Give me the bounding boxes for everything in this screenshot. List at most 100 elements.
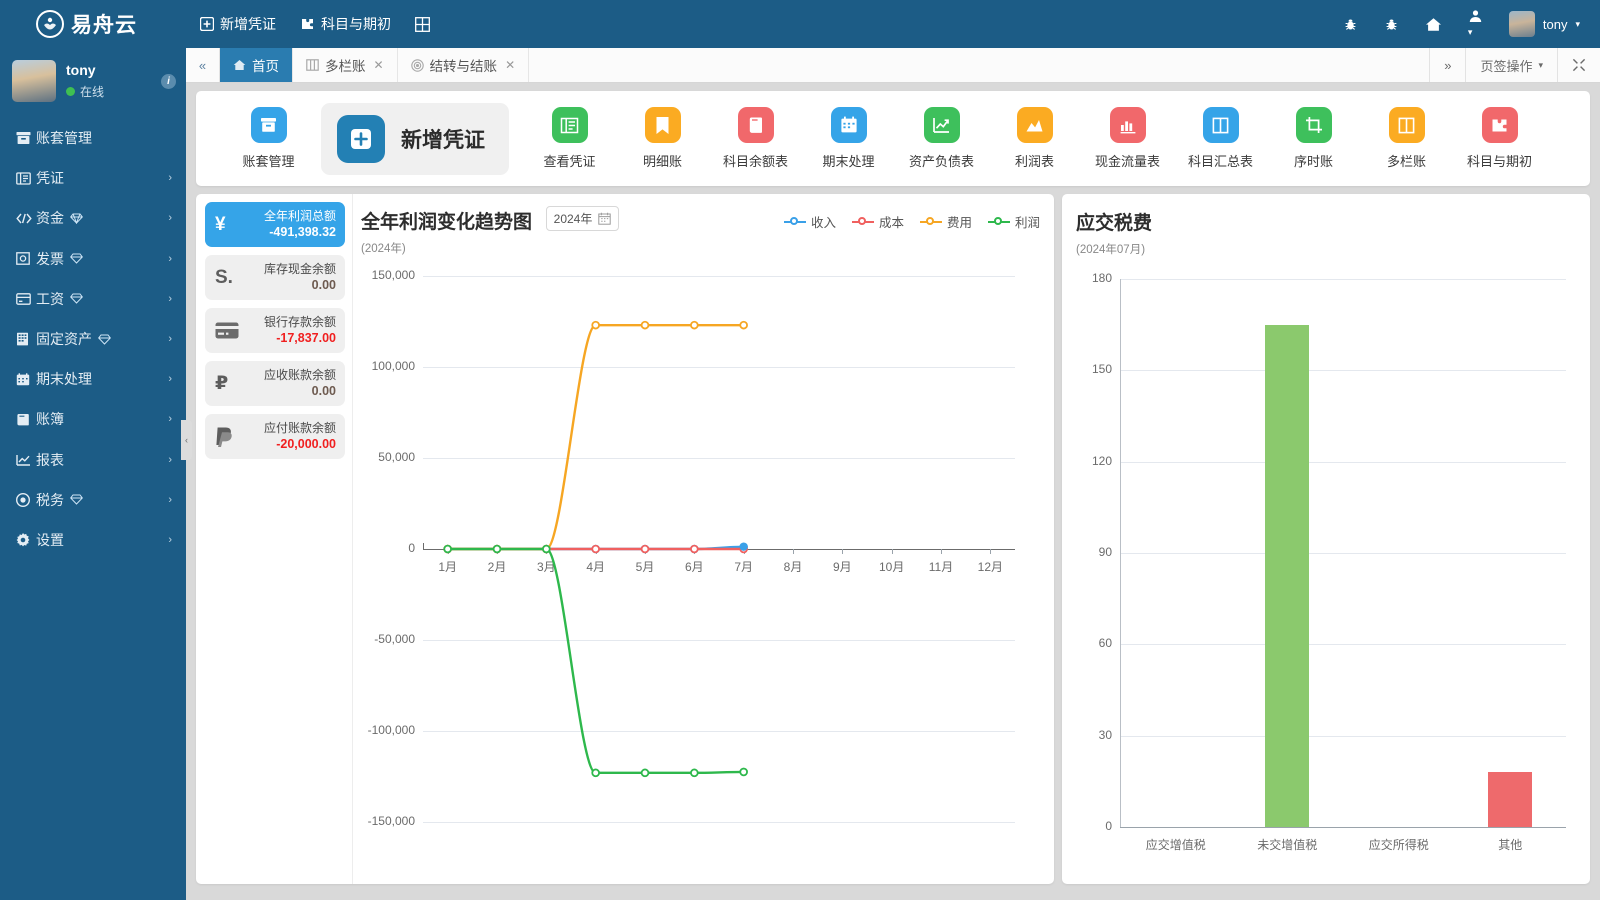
line-chart-header: 全年利润变化趋势图 2024年 (2024年) 收入 成本 费用 利润 <box>361 206 1040 256</box>
puzzle-icon <box>1481 107 1518 143</box>
tab-nav-next-button[interactable]: » <box>1429 48 1465 82</box>
sidebar-item-label: 期末处理 <box>36 371 92 388</box>
x-axis-tick <box>793 549 794 554</box>
sidebar-collapse-handle[interactable]: ‹ <box>181 420 192 460</box>
shortcut-subject-summary[interactable]: 科目汇总表 <box>1174 107 1267 170</box>
content-area: 账套管理 新增凭证 查看凭证 明细账 科目余额表 期末处理 资产负债表 利润表 … <box>186 83 1600 900</box>
shortcut-balance-sheet[interactable]: 资产负债表 <box>895 107 988 170</box>
stat-card-bank-deposit[interactable]: 银行存款余额 -17,837.00 <box>205 308 345 353</box>
shortcut-trial-balance[interactable]: 科目余额表 <box>709 107 802 170</box>
x-axis-tick <box>546 549 548 554</box>
stat-card-payable[interactable]: 应付账款余额 -20,000.00 <box>205 414 345 459</box>
calendar-icon <box>598 212 612 225</box>
x-axis-tick-label: 12月 <box>977 560 1003 574</box>
tab-carryover-closing[interactable]: 结转与结账 ✕ <box>398 48 530 82</box>
bar-chart-subtitle: (2024年07月) <box>1076 244 1146 256</box>
line-chart-title-group: 全年利润变化趋势图 2024年 (2024年) <box>361 206 620 256</box>
top-right-group: ▾ tony ▾ <box>1343 9 1600 39</box>
book-red-icon <box>737 107 774 143</box>
grid-icon <box>415 16 430 32</box>
home-icon[interactable] <box>1425 17 1442 32</box>
chevron-right-icon: › <box>168 373 172 386</box>
shortcut-new-voucher-primary[interactable]: 新增凭证 <box>321 102 509 175</box>
bar[interactable] <box>1488 772 1533 827</box>
x-axis-tick <box>891 549 893 554</box>
shortcut-period-end[interactable]: 期末处理 <box>802 107 895 170</box>
gridline <box>1120 827 1566 828</box>
sidebar-item-label: 设置 <box>36 531 64 548</box>
bar[interactable] <box>1265 324 1310 827</box>
shortcut-journal[interactable]: 序时账 <box>1267 107 1360 170</box>
tab-operations-button[interactable]: 页签操作 ▾ <box>1465 48 1557 82</box>
voucher-icon <box>551 107 588 143</box>
plus-square-icon <box>337 114 385 163</box>
top-action-subjects[interactable]: 科目与期初 <box>300 14 391 34</box>
sidebar-item-period-end[interactable]: 期末处理 › <box>0 359 186 399</box>
bar-chart-icon <box>1109 107 1146 143</box>
sidebar-item-settings[interactable]: 设置 › <box>0 520 186 560</box>
shortcut-subjects-opening[interactable]: 科目与期初 <box>1453 107 1546 170</box>
legend-item-revenue[interactable]: 收入 <box>783 212 836 231</box>
sidebar-item-voucher[interactable]: 凭证 › <box>0 158 186 198</box>
shortcut-label: 科目余额表 <box>722 154 788 169</box>
info-icon[interactable]: i <box>161 73 176 89</box>
shortcuts-bar: 账套管理 新增凭证 查看凭证 明细账 科目余额表 期末处理 资产负债表 利润表 … <box>196 91 1590 186</box>
ruble-icon: ₽ <box>215 373 229 394</box>
sidebar-item-salary[interactable]: 工资 › <box>0 279 186 319</box>
top-action-label: 科目与期初 <box>321 16 391 32</box>
profile-info: tony 在线 <box>66 62 161 100</box>
sidebar-item-account-sets[interactable]: 账套管理 <box>0 118 186 158</box>
top-action-new-voucher[interactable]: 新增凭证 <box>200 14 276 34</box>
shortcut-label: 账套管理 <box>242 154 295 169</box>
sidebar-item-tax[interactable]: 税务 › <box>0 480 186 520</box>
close-icon[interactable]: ✕ <box>374 58 384 72</box>
top-action-grid[interactable] <box>415 16 430 32</box>
user-avatar <box>12 60 56 102</box>
bug-icon[interactable] <box>1343 17 1358 32</box>
y-axis-line <box>1120 279 1121 827</box>
year-picker[interactable]: 2024年 <box>545 206 620 231</box>
crop-icon <box>1295 107 1332 143</box>
stat-card-receivable[interactable]: ₽ 应收账款余额 0.00 <box>205 361 345 406</box>
shortcut-view-voucher[interactable]: 查看凭证 <box>523 107 616 170</box>
top-actions: 新增凭证 科目与期初 <box>200 14 430 34</box>
brand[interactable]: 易舟云 <box>0 9 190 39</box>
y-axis-tick-label: 0 <box>1105 819 1112 833</box>
stat-card-cash-on-hand[interactable]: S. 库存现金余额 0.00 <box>205 255 345 300</box>
sidebar: tony 在线 i 账套管理 凭证 › 资金 › 发票 › 工资 › 固定资产 … <box>0 48 186 900</box>
profit-trend-panel: ¥ 全年利润总额 -491,398.32 S. 库存现金余额 0.00 银行存款… <box>196 194 1054 884</box>
gridline <box>1120 735 1566 737</box>
double-chevron-left-icon[interactable]: « <box>186 48 220 82</box>
stat-title: 应付账款余额 <box>263 420 336 435</box>
tab-multi-column-ledger[interactable]: 多栏账 ✕ <box>293 48 398 82</box>
lotus-logo-icon <box>36 10 64 38</box>
sidebar-item-invoice[interactable]: 发票 › <box>0 239 186 279</box>
user-menu[interactable]: tony ▾ <box>1508 11 1580 37</box>
stat-card-annual-profit[interactable]: ¥ 全年利润总额 -491,398.32 <box>205 202 345 247</box>
shortcut-multi-column-ledger[interactable]: 多栏账 <box>1360 107 1453 170</box>
tab-operations-label: 页签操作 <box>1480 58 1533 74</box>
stat-value: -20,000.00 <box>276 437 336 452</box>
chevron-down-icon: ▾ <box>1538 59 1543 70</box>
shortcut-label: 多栏账 <box>1386 154 1426 169</box>
legend-item-cost[interactable]: 成本 <box>851 212 904 231</box>
legend-item-profit[interactable]: 利润 <box>987 212 1040 231</box>
puzzle-icon <box>300 17 315 31</box>
user-switch-icon[interactable]: ▾ <box>1468 9 1483 39</box>
shortcut-account-sets[interactable]: 账套管理 <box>222 107 315 170</box>
sidebar-item-reports[interactable]: 报表 › <box>0 440 186 480</box>
tab-home[interactable]: 首页 <box>220 48 293 82</box>
close-icon[interactable]: ✕ <box>505 58 515 72</box>
shortcut-detail-ledger[interactable]: 明细账 <box>616 107 709 170</box>
bug-alt-icon[interactable] <box>1384 17 1399 32</box>
sidebar-item-funds[interactable]: 资金 › <box>0 198 186 238</box>
stat-body: 应收账款余额 0.00 <box>243 367 336 400</box>
fullscreen-button[interactable] <box>1557 48 1600 82</box>
sidebar-item-fixed-assets[interactable]: 固定资产 › <box>0 319 186 359</box>
legend-item-expense[interactable]: 费用 <box>919 212 972 231</box>
sidebar-item-books[interactable]: 账簿 › <box>0 399 186 439</box>
chevron-right-icon: › <box>168 292 172 305</box>
shortcut-income-statement[interactable]: 利润表 <box>988 107 1081 170</box>
shortcut-cash-flow[interactable]: 现金流量表 <box>1081 107 1174 170</box>
sidebar-profile[interactable]: tony 在线 i <box>0 48 186 116</box>
